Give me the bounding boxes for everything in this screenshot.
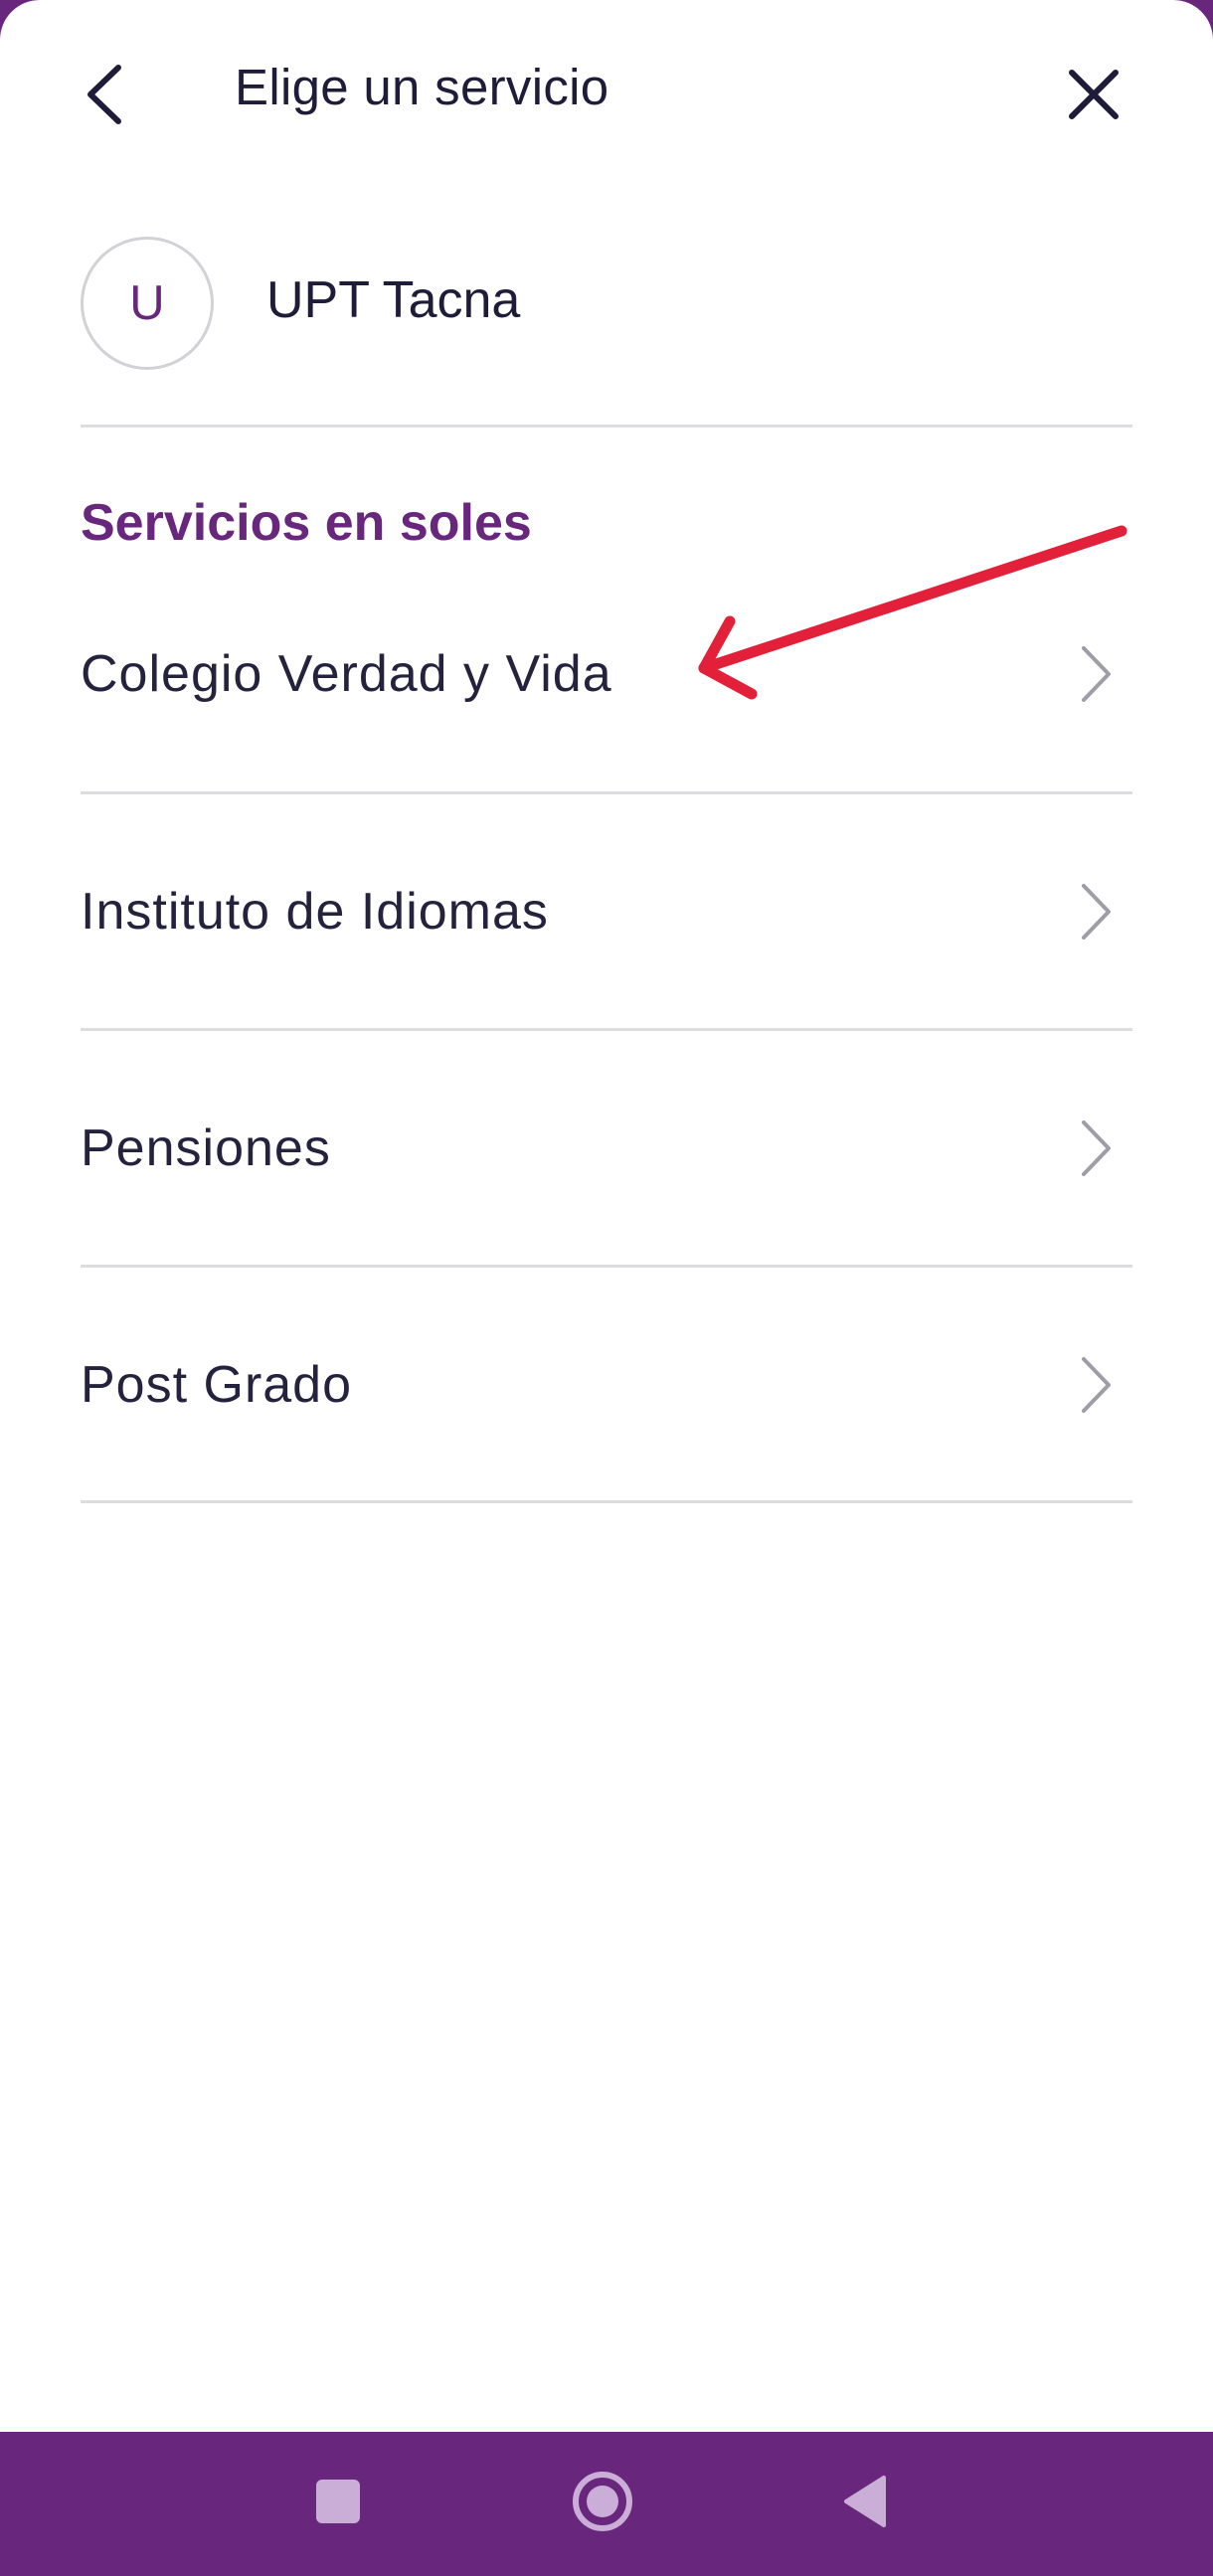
header: Elige un servicio (0, 0, 1213, 184)
service-item-colegio-verdad-y-vida[interactable]: Colegio Verdad y Vida (81, 557, 1132, 791)
service-item-pensiones[interactable]: Pensiones (81, 1031, 1132, 1266)
avatar: U (81, 237, 214, 370)
service-item-label: Pensiones (81, 1119, 331, 1177)
chevron-right-icon (1071, 557, 1121, 791)
service-item-label: Post Grado (81, 1356, 353, 1414)
close-button[interactable] (1054, 55, 1133, 134)
back-button[interactable] (70, 50, 139, 139)
recents-icon (316, 2480, 360, 2523)
home-icon (573, 2472, 632, 2531)
close-icon (1069, 70, 1119, 119)
page-title: Elige un servicio (235, 59, 609, 115)
home-button[interactable] (553, 2452, 652, 2551)
chevron-right-icon (1071, 794, 1121, 1029)
chevron-left-icon (87, 65, 121, 124)
recents-button[interactable] (288, 2452, 388, 2551)
service-selection-screen: Elige un servicio U UPT Tacna Servicios … (0, 0, 1213, 2432)
service-item-post-grado[interactable]: Post Grado (81, 1268, 1132, 1502)
system-navigation-bar (0, 2432, 1213, 2576)
section-title: Servicios en soles (81, 494, 532, 552)
divider (81, 425, 1132, 428)
avatar-initial: U (129, 276, 165, 330)
service-item-instituto-de-idiomas[interactable]: Instituto de Idiomas (81, 794, 1132, 1029)
merchant-header: U UPT Tacna (81, 237, 1134, 426)
divider (81, 1500, 1132, 1503)
service-item-label: Colegio Verdad y Vida (81, 645, 612, 703)
service-item-label: Instituto de Idiomas (81, 883, 549, 941)
chevron-right-icon (1071, 1268, 1121, 1502)
merchant-name: UPT Tacna (266, 271, 521, 329)
system-back-button[interactable] (815, 2452, 915, 2551)
back-triangle-icon (844, 2476, 886, 2527)
chevron-right-icon (1071, 1031, 1121, 1266)
